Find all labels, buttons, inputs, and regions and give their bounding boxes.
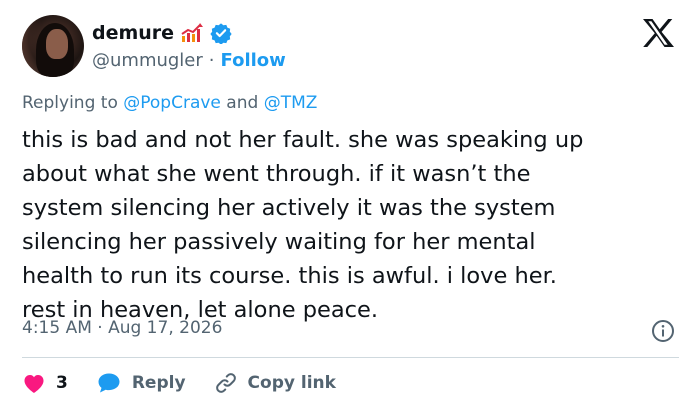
heart-icon xyxy=(22,372,46,394)
link-icon xyxy=(214,371,238,395)
action-bar: 3 Reply Copy link xyxy=(22,369,364,397)
separator-dot: · xyxy=(208,49,215,71)
like-button[interactable]: 3 xyxy=(22,372,68,394)
display-name[interactable]: demure xyxy=(92,22,174,44)
handle-row: @ummugler · Follow xyxy=(92,48,286,72)
like-count: 3 xyxy=(56,373,68,393)
chart-emoji-icon xyxy=(180,22,204,44)
tweet-card: demure @ummugler · Follow Replying to @P… xyxy=(0,0,700,410)
copy-link-button[interactable]: Copy link xyxy=(214,371,336,395)
reply-context: Replying to @PopCrave and @TMZ xyxy=(22,93,317,113)
speech-bubble-icon xyxy=(96,371,122,395)
tweet-text: this is bad and not her fault. she was s… xyxy=(22,127,584,323)
mention-popcrave[interactable]: @PopCrave xyxy=(123,93,221,113)
info-icon[interactable] xyxy=(651,319,675,343)
author-handle[interactable]: @ummugler xyxy=(92,50,203,71)
copy-link-label: Copy link xyxy=(247,373,336,393)
x-logo-icon[interactable] xyxy=(641,18,675,48)
replying-conjunction: and xyxy=(226,93,259,113)
avatar[interactable] xyxy=(22,15,84,77)
tweet-timestamp[interactable]: 4:15 AM · Aug 17, 2026 xyxy=(22,318,222,338)
reply-button[interactable]: Reply xyxy=(96,371,186,395)
author-name-row: demure xyxy=(92,21,232,45)
reply-label: Reply xyxy=(131,373,186,393)
verified-badge-icon xyxy=(210,22,232,44)
mention-tmz[interactable]: @TMZ xyxy=(264,93,318,113)
divider xyxy=(22,357,679,358)
follow-button[interactable]: Follow xyxy=(221,50,286,71)
replying-prefix: Replying to xyxy=(22,93,118,113)
